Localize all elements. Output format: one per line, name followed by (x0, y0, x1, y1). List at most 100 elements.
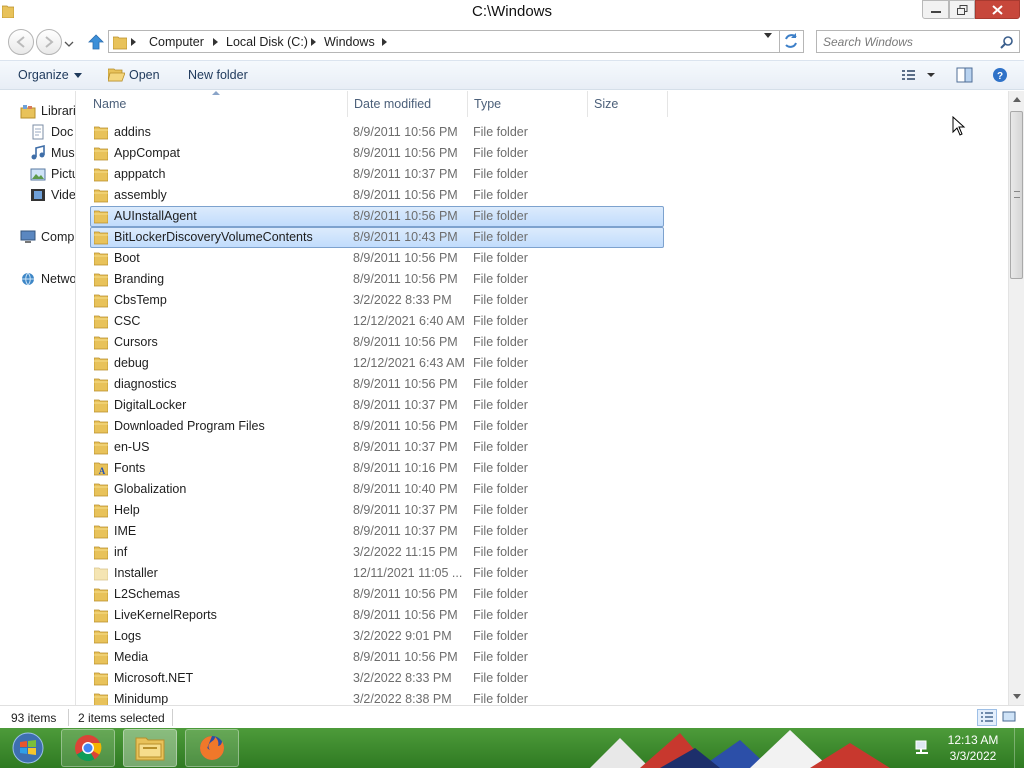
details-view-icon (981, 712, 993, 722)
scrollbar-thumb[interactable] (1010, 111, 1023, 279)
breadcrumb-chevron-icon[interactable] (382, 38, 387, 46)
breadcrumb-computer[interactable]: Computer (149, 35, 204, 49)
table-row[interactable]: DigitalLocker 8/9/2011 10:37 PM File folde… (77, 395, 1008, 416)
file-type: File folder (473, 251, 528, 265)
column-divider[interactable] (667, 91, 668, 117)
table-row[interactable]: addins 8/9/2011 10:56 PM File folder (77, 122, 1008, 143)
column-type[interactable]: Type (474, 97, 501, 111)
file-name: Media (114, 650, 149, 664)
address-bar[interactable]: Computer Local Disk (C:) Windows (108, 30, 780, 53)
help-button[interactable]: ? (992, 67, 1008, 86)
file-date-modified: 8/9/2011 10:37 PM (353, 440, 458, 454)
table-row[interactable]: Media 8/9/2011 10:56 PM File folder (77, 647, 1008, 668)
close-button[interactable] (975, 0, 1020, 19)
minimize-button[interactable] (922, 0, 949, 19)
taskbar-firefox-button[interactable] (185, 729, 239, 767)
breadcrumb-windows[interactable]: Windows (324, 35, 375, 49)
table-row[interactable]: Branding 8/9/2011 10:56 PM File folder (77, 269, 1008, 290)
table-row[interactable]: A Fonts 8/9/2011 10:16 PM File folder (77, 458, 1008, 479)
table-row[interactable]: diagnostics 8/9/2011 10:56 PM File folder (77, 374, 1008, 395)
nav-item-documents[interactable]: Doc (30, 124, 73, 140)
table-row[interactable]: AppCompat 8/9/2011 10:56 PM File folder (77, 143, 1008, 164)
file-type: File folder (473, 293, 528, 307)
table-row[interactable]: Logs 3/2/2022 9:01 PM File folder (77, 626, 1008, 647)
breadcrumb-chevron-icon[interactable] (213, 38, 218, 46)
file-type: File folder (473, 188, 528, 202)
table-row[interactable]: inf 3/2/2022 11:15 PM File folder (77, 542, 1008, 563)
folder-icon (94, 420, 108, 434)
forward-button[interactable] (36, 29, 62, 55)
start-button[interactable] (2, 728, 54, 768)
refresh-button[interactable] (780, 30, 804, 53)
file-date-modified: 8/9/2011 10:37 PM (353, 167, 458, 181)
column-size[interactable]: Size (594, 97, 618, 111)
preview-pane-button[interactable] (956, 67, 974, 86)
breadcrumb-chevron-icon[interactable] (311, 38, 316, 46)
up-button[interactable] (86, 32, 106, 52)
search-icon[interactable] (1000, 35, 1014, 49)
column-divider[interactable] (347, 91, 348, 117)
breadcrumb-local-disk[interactable]: Local Disk (C:) (226, 35, 308, 49)
table-row[interactable]: Installer 12/11/2021 11:05 ... File folder (77, 563, 1008, 584)
table-row[interactable]: LiveKernelReports 8/9/2011 10:56 PM File f… (77, 605, 1008, 626)
table-row[interactable]: CbsTemp 3/2/2022 8:33 PM File folder (77, 290, 1008, 311)
table-row[interactable]: debug 12/12/2021 6:43 AM File folder (77, 353, 1008, 374)
search-input[interactable] (823, 34, 993, 50)
address-dropdown-icon[interactable] (764, 33, 772, 38)
restore-button[interactable] (949, 0, 975, 19)
taskbar-chrome-button[interactable] (61, 729, 115, 767)
table-row[interactable]: Help 8/9/2011 10:37 PM File folder (77, 500, 1008, 521)
file-name: Help (114, 503, 140, 517)
large-icons-view-button[interactable] (1000, 709, 1020, 726)
show-desktop-button[interactable] (1014, 728, 1024, 768)
column-name[interactable]: Name (93, 97, 126, 111)
taskbar: 12:13 AM 3/3/2022 (0, 728, 1024, 768)
table-row[interactable]: CSC 12/12/2021 6:40 AM File folder (77, 311, 1008, 332)
help-icon: ? (993, 68, 1007, 82)
vertical-scrollbar[interactable] (1008, 91, 1024, 705)
table-row[interactable]: en-US 8/9/2011 10:37 PM File folder (77, 437, 1008, 458)
nav-item-music[interactable]: Mus (30, 145, 75, 161)
column-divider[interactable] (467, 91, 468, 117)
taskbar-clock[interactable]: 12:13 AM 3/3/2022 (938, 732, 1008, 764)
details-view-button[interactable] (977, 709, 997, 726)
tray-network-icon[interactable] (914, 739, 930, 758)
taskbar-explorer-button[interactable] (123, 729, 177, 767)
scroll-down-icon[interactable] (1013, 694, 1021, 699)
column-divider[interactable] (587, 91, 588, 117)
nav-item-libraries[interactable]: Librari (20, 103, 75, 119)
recent-locations-button[interactable] (64, 38, 74, 48)
nav-item-pictures[interactable]: Pictu (30, 166, 75, 182)
table-row[interactable]: Downloaded Program Files 8/9/2011 10:56 P… (77, 416, 1008, 437)
network-tray-icon (915, 740, 928, 754)
new-folder-button[interactable]: New folder (188, 68, 248, 82)
nav-item-computer[interactable]: Comp (20, 229, 74, 245)
organize-button[interactable]: Organize (18, 68, 82, 82)
table-row[interactable]: BitLockerDiscoveryVolumeContents 8/9/2011… (77, 227, 1008, 248)
table-row[interactable]: Microsoft.NET 3/2/2022 8:33 PM File folder (77, 668, 1008, 689)
table-row[interactable]: IME 8/9/2011 10:37 PM File folder (77, 521, 1008, 542)
scroll-up-icon[interactable] (1013, 97, 1021, 102)
table-row[interactable]: L2Schemas 8/9/2011 10:56 PM File folder (77, 584, 1008, 605)
table-row[interactable]: Minidump 3/2/2022 8:38 PM File folder (77, 689, 1008, 705)
file-date-modified: 8/9/2011 10:56 PM (353, 335, 458, 349)
file-type: File folder (473, 419, 528, 433)
folder-icon (94, 504, 108, 518)
table-row[interactable]: apppatch 8/9/2011 10:37 PM File folder (77, 164, 1008, 185)
organize-label: Organize (18, 68, 69, 82)
table-row[interactable]: Cursors 8/9/2011 10:56 PM File folder (77, 332, 1008, 353)
change-view-button[interactable] (900, 67, 936, 86)
table-row[interactable]: assembly 8/9/2011 10:56 PM File folder (77, 185, 1008, 206)
search-box[interactable] (816, 30, 1020, 53)
nav-item-videos[interactable]: Vide (30, 187, 75, 203)
back-button[interactable] (8, 29, 34, 55)
table-row[interactable]: AUInstallAgent 8/9/2011 10:56 PM File fold… (77, 206, 1008, 227)
table-row[interactable]: Globalization 8/9/2011 10:40 PM File folde… (77, 479, 1008, 500)
table-row[interactable]: Boot 8/9/2011 10:56 PM File folder (77, 248, 1008, 269)
folder-icon (94, 126, 108, 140)
column-date-modified[interactable]: Date modified (354, 97, 431, 111)
open-button[interactable]: Open (108, 68, 160, 82)
breadcrumb-chevron-icon[interactable] (131, 38, 136, 46)
file-name: CSC (114, 314, 141, 328)
nav-item-network[interactable]: Netwo (20, 271, 75, 287)
